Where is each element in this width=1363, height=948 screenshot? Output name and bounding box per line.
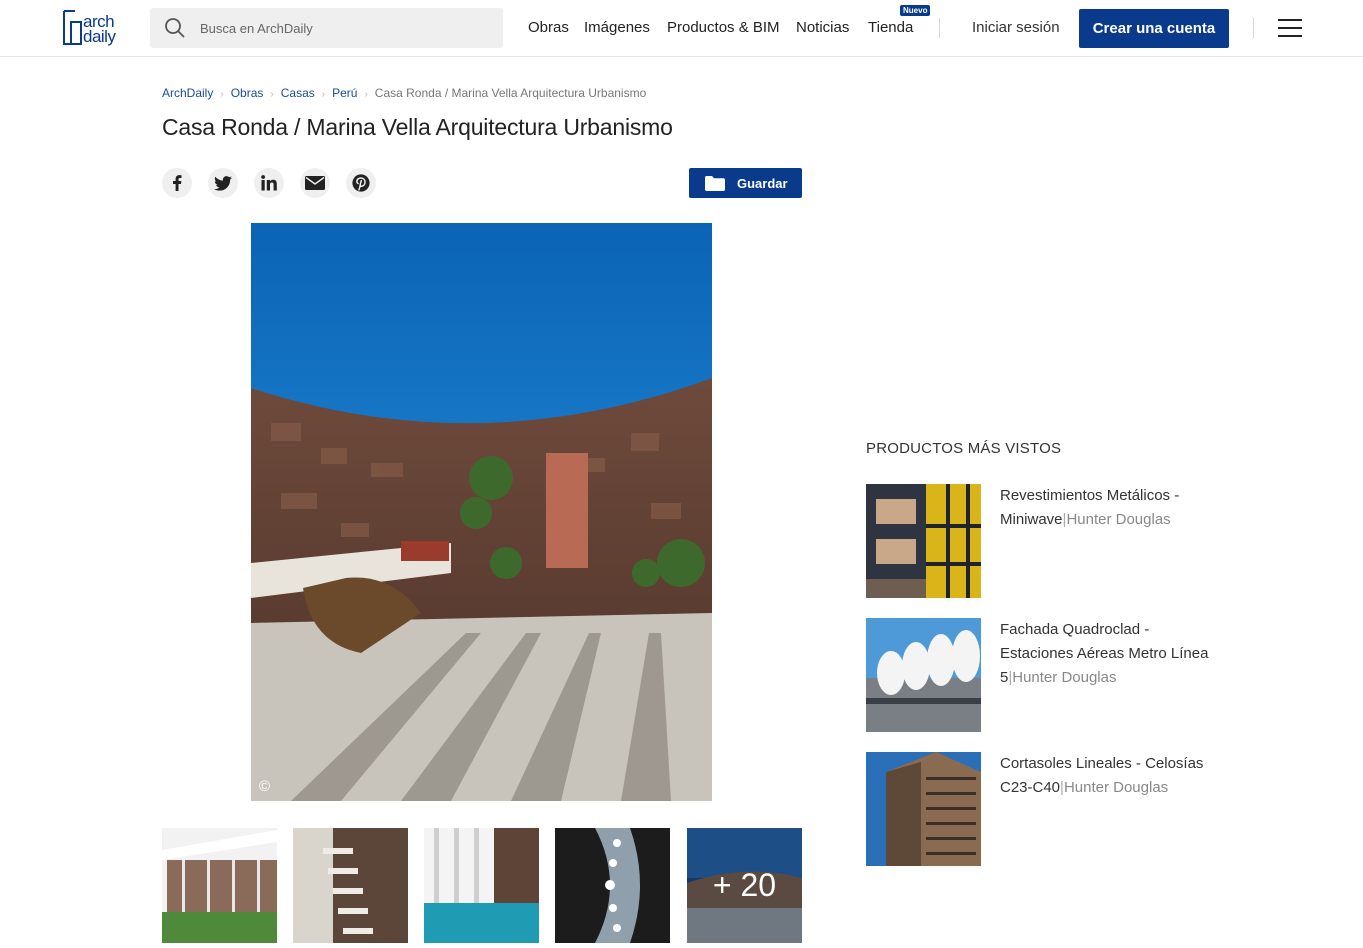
courtyard-photo	[251, 223, 712, 801]
product-brand: Hunter Douglas	[1012, 669, 1117, 686]
nav-tienda[interactable]: Tienda	[868, 19, 913, 36]
logo-word-daily: daily	[83, 27, 116, 46]
pinterest-icon	[352, 174, 370, 192]
breadcrumb-current: Casa Ronda / Marina Vella Arquitectura U…	[374, 86, 647, 100]
breadcrumb-peru[interactable]: Perú	[332, 86, 357, 100]
gallery-more-thumbnail[interactable]: + 20	[687, 828, 802, 943]
header-divider	[1253, 18, 1254, 38]
linkedin-icon	[261, 175, 277, 191]
share-email-button[interactable]	[300, 168, 330, 198]
thumbnail-image	[424, 828, 539, 943]
product-image	[866, 618, 981, 732]
product-item[interactable]: Revestimientos Metálicos - Miniwave|Hunt…	[1000, 484, 1220, 532]
page-title: Casa Ronda / Marina Vella Arquitectura U…	[162, 114, 673, 140]
chevron-right-icon: ›	[270, 89, 274, 100]
nav-noticias[interactable]: Noticias	[796, 19, 849, 36]
share-linkedin-button[interactable]	[254, 168, 284, 198]
gallery-thumbnail[interactable]	[162, 828, 277, 943]
product-brand: Hunter Douglas	[1063, 779, 1169, 796]
share-facebook-button[interactable]	[162, 168, 192, 198]
main-project-photo[interactable]: ©	[251, 223, 712, 801]
header-divider	[939, 18, 940, 38]
login-link[interactable]: Iniciar sesión	[972, 19, 1060, 36]
breadcrumb-obras[interactable]: Obras	[231, 86, 264, 100]
copyright-label: ©	[259, 778, 271, 795]
most-viewed-products-heading: PRODUCTOS MÁS VISTOS	[866, 440, 1062, 457]
search-icon[interactable]	[164, 17, 186, 39]
breadcrumb-archdaily[interactable]: ArchDaily	[162, 86, 213, 100]
create-account-button[interactable]: Crear una cuenta	[1079, 9, 1229, 48]
product-item[interactable]: Cortasoles Lineales - Celosías C23-C40|H…	[1000, 752, 1220, 800]
more-images-count: + 20	[712, 867, 777, 903]
chevron-right-icon: ›	[321, 89, 326, 100]
site-header: arch daily Obras Imágenes Productos & BI…	[0, 0, 1363, 57]
breadcrumb-casas[interactable]: Casas	[281, 86, 315, 100]
share-pinterest-button[interactable]	[346, 168, 376, 198]
product-thumbnail[interactable]	[866, 618, 981, 732]
folder-icon	[705, 175, 725, 191]
archdaily-logo[interactable]: arch daily	[61, 8, 131, 50]
nav-imagenes[interactable]: Imágenes	[584, 19, 650, 36]
search-input[interactable]	[200, 8, 490, 48]
product-item[interactable]: Fachada Quadroclad - Estaciones Aéreas M…	[1000, 618, 1220, 690]
thumbnail-image	[555, 828, 670, 943]
gallery-thumbnail[interactable]	[555, 828, 670, 943]
thumbnail-image	[293, 828, 408, 943]
mail-icon	[305, 176, 325, 190]
new-badge: Nuevo	[900, 5, 931, 16]
product-image	[866, 752, 981, 866]
chevron-right-icon: ›	[220, 89, 224, 100]
chevron-right-icon: ›	[364, 89, 368, 100]
product-thumbnail[interactable]	[866, 752, 981, 866]
breadcrumb: ArchDaily › Obras › Casas › Perú › Casa Ronda / …	[162, 86, 646, 100]
gallery-thumbnail[interactable]	[424, 828, 539, 943]
product-image	[866, 484, 981, 598]
twitter-icon	[214, 175, 232, 191]
hamburger-menu-icon[interactable]	[1278, 19, 1302, 37]
nav-productos-bim[interactable]: Productos & BIM	[667, 19, 780, 36]
search-box	[150, 8, 503, 48]
share-twitter-button[interactable]	[208, 168, 238, 198]
save-label: Guardar	[737, 175, 788, 191]
logo-mark-icon	[63, 10, 82, 45]
thumbnail-image	[162, 828, 277, 943]
gallery-thumbnail[interactable]	[293, 828, 408, 943]
product-thumbnail[interactable]	[866, 484, 981, 598]
facebook-icon	[173, 175, 182, 191]
nav-obras[interactable]: Obras	[528, 19, 569, 36]
product-brand: Hunter Douglas	[1066, 511, 1171, 528]
save-button[interactable]: Guardar	[689, 168, 802, 198]
